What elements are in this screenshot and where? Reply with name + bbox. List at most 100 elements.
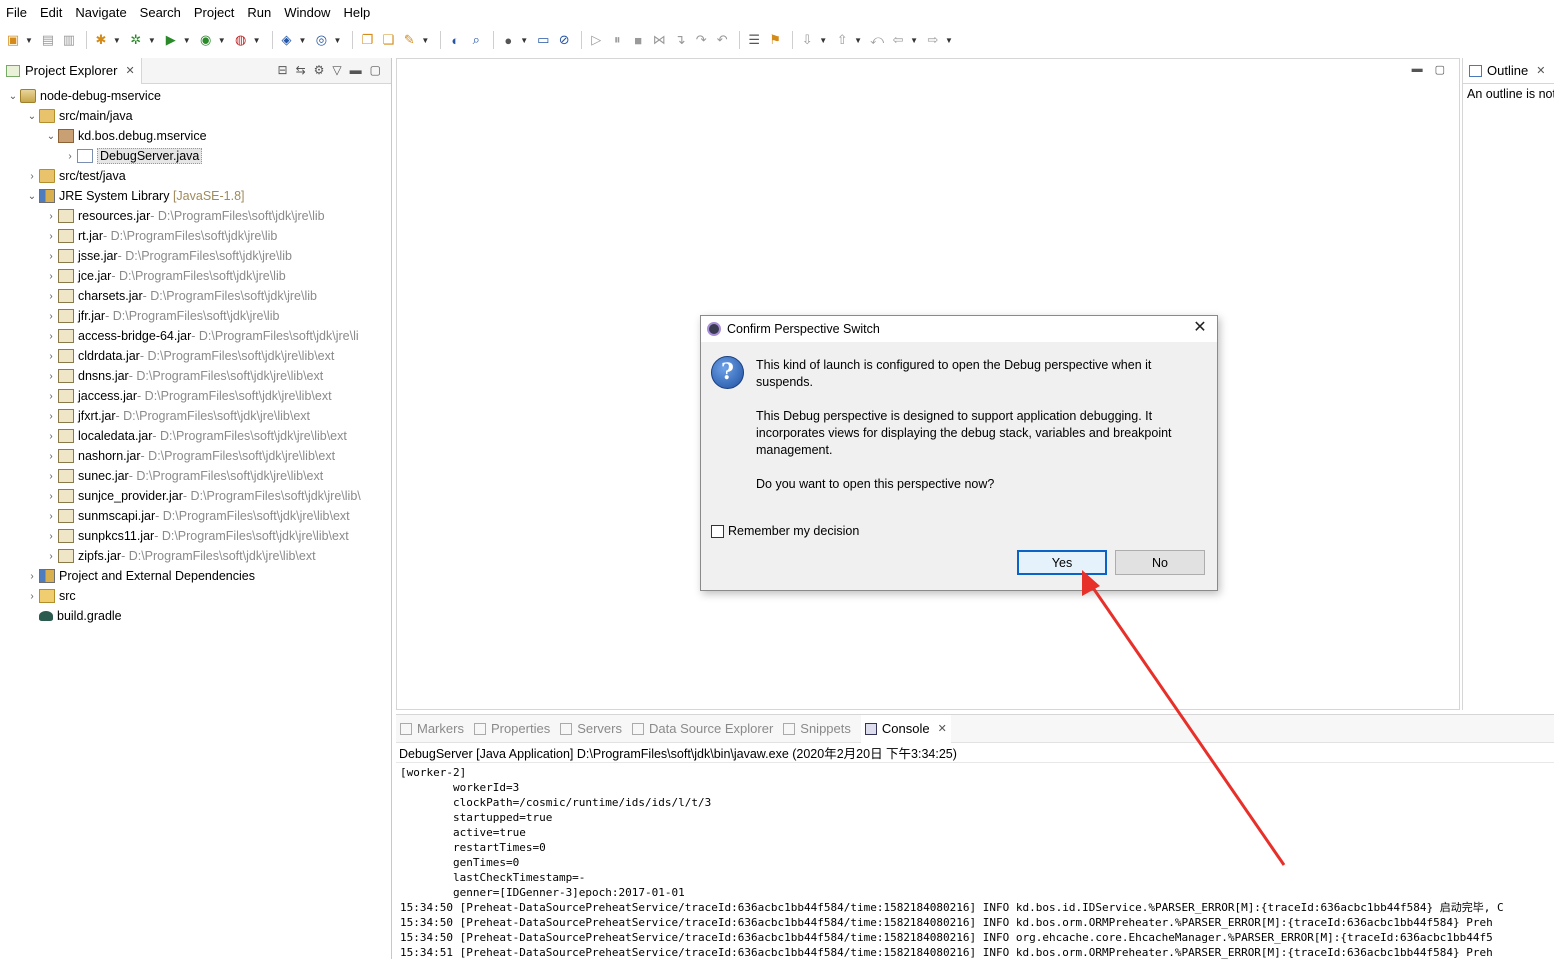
chevron-down-icon[interactable]: ▼	[113, 36, 121, 45]
collapse-all-icon[interactable]: ⊟	[278, 63, 288, 77]
tree-item-jar[interactable]: › jaccess.jar - D:\ProgramFiles\soft\jdk\…	[44, 386, 332, 406]
chevron-right-icon[interactable]: ›	[44, 311, 58, 322]
view-menu-icon[interactable]: ▽	[332, 63, 341, 77]
maximize-icon[interactable]: ▢	[370, 63, 381, 77]
chevron-right-icon[interactable]: ›	[44, 351, 58, 362]
chevron-down-icon[interactable]: ⌄	[25, 191, 39, 202]
chevron-down-icon[interactable]: ▼	[299, 36, 307, 45]
close-icon[interactable]: ✕	[1536, 64, 1545, 77]
search-icon[interactable]: ⌕	[467, 31, 485, 49]
close-icon[interactable]: ✕	[1191, 319, 1209, 337]
tree-item-jar[interactable]: › zipfs.jar - D:\ProgramFiles\soft\jdk\jr…	[44, 546, 316, 566]
run-icon[interactable]: ▶	[162, 31, 180, 49]
chevron-down-icon[interactable]: ⌄	[25, 111, 39, 122]
tab-markers[interactable]: Markers	[400, 721, 464, 736]
chevron-down-icon[interactable]: ▼	[148, 36, 156, 45]
tree-item-jar[interactable]: › resources.jar - D:\ProgramFiles\soft\jd…	[44, 206, 325, 226]
menu-edit[interactable]: Edit	[40, 5, 62, 20]
menu-search[interactable]: Search	[140, 5, 181, 20]
chevron-right-icon[interactable]: ›	[44, 251, 58, 262]
tree-item-build-gradle[interactable]: build.gradle	[25, 606, 122, 626]
chevron-down-icon[interactable]: ⌄	[44, 131, 58, 142]
chevron-right-icon[interactable]: ›	[44, 331, 58, 342]
chevron-right-icon[interactable]: ›	[44, 211, 58, 222]
suspend-icon[interactable]: ⏸	[608, 31, 626, 49]
menu-help[interactable]: Help	[343, 5, 370, 20]
chevron-down-icon[interactable]: ▼	[854, 36, 862, 45]
tab-servers[interactable]: Servers	[560, 721, 622, 736]
step-return-icon[interactable]: ↶	[713, 31, 731, 49]
chevron-right-icon[interactable]: ›	[44, 411, 58, 422]
tree-item-src-main[interactable]: ⌄ src/main/java	[25, 106, 133, 126]
open-type-icon[interactable]: ❏	[379, 31, 397, 49]
chevron-right-icon[interactable]: ›	[25, 571, 39, 582]
tree-item-java-file[interactable]: › DebugServer.java	[63, 146, 203, 166]
console-output[interactable]: [worker-2] workerId=3 clockPath=/cosmic/…	[396, 763, 1554, 959]
globe-icon[interactable]: ◐	[446, 31, 464, 49]
menu-project[interactable]: Project	[194, 5, 234, 20]
tree-item-jar[interactable]: › nashorn.jar - D:\ProgramFiles\soft\jdk\…	[44, 446, 335, 466]
yes-button[interactable]: Yes	[1017, 550, 1107, 575]
checkbox-box[interactable]	[711, 524, 724, 538]
chevron-right-icon[interactable]: ›	[63, 151, 77, 162]
chevron-right-icon[interactable]: ›	[44, 511, 58, 522]
chevron-right-icon[interactable]: ›	[44, 391, 58, 402]
pin-icon[interactable]: ⚑	[766, 31, 784, 49]
tree-item-jar[interactable]: › jfxrt.jar - D:\ProgramFiles\soft\jdk\jr…	[44, 406, 310, 426]
tree-item-jar[interactable]: › sunpkcs11.jar - D:\ProgramFiles\soft\jd…	[44, 526, 349, 546]
chevron-down-icon[interactable]: ⌄	[6, 91, 20, 102]
chevron-right-icon[interactable]: ›	[44, 231, 58, 242]
tree-item-dependencies[interactable]: › Project and External Dependencies	[25, 566, 255, 586]
tree-item-jar[interactable]: › sunjce_provider.jar - D:\ProgramFiles\s…	[44, 486, 361, 506]
tab-project-explorer[interactable]: Project Explorer ✕	[0, 58, 142, 84]
chevron-right-icon[interactable]: ›	[44, 451, 58, 462]
tab-properties[interactable]: Properties	[473, 721, 550, 736]
tree-item-jar[interactable]: › rt.jar - D:\ProgramFiles\soft\jdk\jre\l…	[44, 226, 277, 246]
chevron-right-icon[interactable]: ›	[44, 431, 58, 442]
disconnect-icon[interactable]: ⋈	[650, 31, 668, 49]
chevron-down-icon[interactable]: ▼	[25, 36, 33, 45]
chevron-down-icon[interactable]: ▼	[945, 36, 953, 45]
chevron-right-icon[interactable]: ›	[44, 531, 58, 542]
tree-item-package[interactable]: ⌄ kd.bos.debug.mservice	[44, 126, 207, 146]
gear-icon[interactable]: ✱	[92, 31, 110, 49]
link-editor-icon[interactable]: ⇆	[296, 63, 306, 77]
tab-data-source-explorer[interactable]: Data Source Explorer	[632, 721, 773, 736]
chevron-right-icon[interactable]: ›	[44, 291, 58, 302]
remember-decision-checkbox[interactable]: Remember my decision	[711, 524, 859, 538]
tree-item-jar[interactable]: › access-bridge-64.jar - D:\ProgramFiles\…	[44, 326, 359, 346]
skip-breakpoints-icon[interactable]: ⊘	[555, 31, 573, 49]
close-icon[interactable]: ✕	[125, 64, 134, 77]
maximize-icon[interactable]: ▢	[1435, 63, 1445, 76]
save-all-icon[interactable]: ▥	[60, 31, 78, 49]
chevron-right-icon[interactable]: ›	[44, 471, 58, 482]
filter-icon[interactable]: ⚙	[314, 63, 325, 77]
close-icon[interactable]: ✕	[938, 722, 947, 735]
minimize-icon[interactable]: ▬	[350, 63, 362, 77]
chevron-down-icon[interactable]: ▼	[253, 36, 261, 45]
external-tools-icon[interactable]: ◍	[232, 31, 250, 49]
chevron-down-icon[interactable]: ▼	[520, 36, 528, 45]
tree-item-src[interactable]: › src	[25, 586, 76, 606]
new-class-icon[interactable]: ◎	[312, 31, 330, 49]
tree-item-jar[interactable]: › jsse.jar - D:\ProgramFiles\soft\jdk\jre…	[44, 246, 292, 266]
resume-icon[interactable]: ▷	[587, 31, 605, 49]
tree-item-jar[interactable]: › dnsns.jar - D:\ProgramFiles\soft\jdk\jr…	[44, 366, 323, 386]
terminal-icon[interactable]: ▭	[534, 31, 552, 49]
tree-item-project[interactable]: ⌄ node-debug-mservice	[6, 86, 161, 106]
chevron-down-icon[interactable]: ▼	[333, 36, 341, 45]
step-into-icon[interactable]: ↴	[671, 31, 689, 49]
tab-outline[interactable]: Outline ✕	[1463, 58, 1554, 84]
tree-item-jre[interactable]: ⌄ JRE System Library [JavaSE-1.8]	[25, 186, 245, 206]
minimize-icon[interactable]: ▬	[1412, 63, 1423, 76]
chevron-down-icon[interactable]: ▼	[183, 36, 191, 45]
tree-item-jar[interactable]: › jfr.jar - D:\ProgramFiles\soft\jdk\jre\…	[44, 306, 279, 326]
chevron-right-icon[interactable]: ›	[44, 271, 58, 282]
tree-item-src-test[interactable]: › src/test/java	[25, 166, 126, 186]
annotation-icon[interactable]: ☰	[745, 31, 763, 49]
chevron-right-icon[interactable]: ›	[44, 491, 58, 502]
menu-navigate[interactable]: Navigate	[75, 5, 126, 20]
new-server-icon[interactable]: ◈	[278, 31, 296, 49]
menu-file[interactable]: File	[6, 5, 27, 20]
coverage-icon[interactable]: ◉	[197, 31, 215, 49]
